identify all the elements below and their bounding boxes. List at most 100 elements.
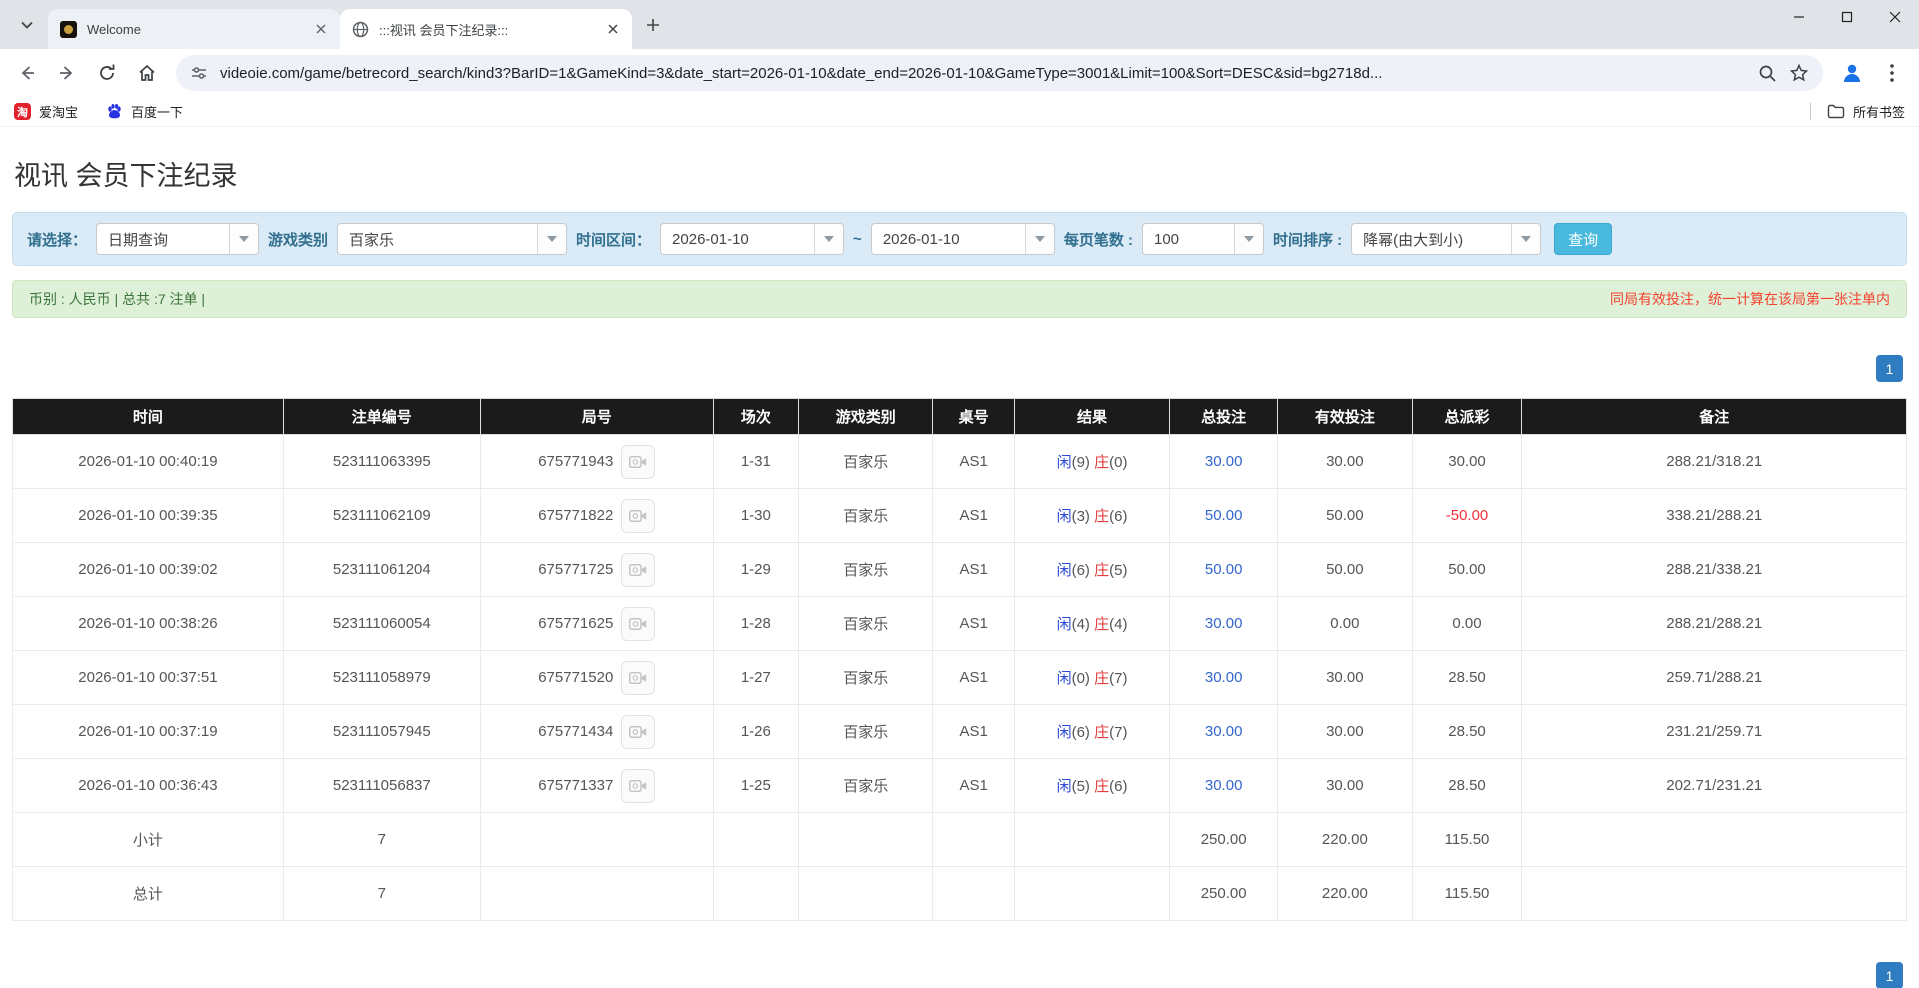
page-content: 视讯 会员下注纪录 请选择： 日期查询 游戏类别 百家乐 时间区间： 2026-…	[0, 154, 1919, 988]
tab-close-icon[interactable]	[312, 20, 330, 38]
film-icon	[629, 778, 647, 794]
forward-button[interactable]	[50, 56, 84, 90]
cell-note: 288.21/288.21	[1522, 597, 1907, 651]
bookmark-star-icon[interactable]	[1789, 63, 1809, 83]
cell-total-bet[interactable]: 30.00	[1170, 597, 1278, 651]
cell-game-kind: 百家乐	[798, 597, 932, 651]
zoom-icon[interactable]	[1758, 64, 1777, 83]
taobao-icon: 淘	[14, 103, 31, 120]
cell-table-no: AS1	[933, 597, 1014, 651]
video-replay-button[interactable]	[621, 499, 655, 533]
date-end-input[interactable]: 2026-01-10	[871, 223, 1055, 255]
cell-total-bet[interactable]: 50.00	[1170, 543, 1278, 597]
query-type-value: 日期查询	[97, 229, 229, 250]
pagination-top: 1	[12, 355, 1907, 382]
chevron-down-icon	[1521, 236, 1531, 242]
cell-time: 2026-01-10 00:38:26	[13, 597, 284, 651]
cell-result: 闲(6) 庄(5)	[1014, 543, 1169, 597]
video-replay-button[interactable]	[621, 661, 655, 695]
date-start-input[interactable]: 2026-01-10	[660, 223, 844, 255]
cell-time: 2026-01-10 00:36:43	[13, 759, 284, 813]
cell-session: 1-28	[713, 597, 798, 651]
col-game-kind: 游戏类别	[798, 399, 932, 435]
dropdown-arrow-button[interactable]	[537, 223, 566, 255]
game-kind-value: 百家乐	[338, 229, 537, 250]
search-button[interactable]: 查询	[1554, 223, 1612, 255]
video-replay-button[interactable]	[621, 769, 655, 803]
cell-session: 1-27	[713, 651, 798, 705]
cell-time: 2026-01-10 00:37:19	[13, 705, 284, 759]
per-page-label: 每页笔数 :	[1064, 229, 1133, 250]
cell-payout: 28.50	[1412, 705, 1522, 759]
new-tab-button[interactable]	[638, 10, 668, 40]
video-replay-button[interactable]	[621, 553, 655, 587]
cell-table-no: AS1	[933, 705, 1014, 759]
page-title: 视讯 会员下注纪录	[14, 154, 1905, 193]
video-replay-button[interactable]	[621, 715, 655, 749]
chevron-down-icon	[1035, 236, 1045, 242]
chevron-down-icon	[1244, 236, 1254, 242]
currency-total-text: 币别 : 人民币 | 总共 :7 注单 |	[29, 289, 205, 309]
cell-round-no: 675771822	[480, 489, 713, 543]
cell-result: 闲(0) 庄(7)	[1014, 651, 1169, 705]
cell-note: 338.21/288.21	[1522, 489, 1907, 543]
tab-search-button[interactable]	[10, 8, 44, 42]
cell-total-bet[interactable]: 50.00	[1170, 489, 1278, 543]
minimize-button[interactable]	[1775, 0, 1823, 34]
page-1-button[interactable]: 1	[1876, 962, 1903, 988]
query-type-select[interactable]: 日期查询	[96, 223, 259, 255]
video-replay-button[interactable]	[621, 445, 655, 479]
total-row: 总计 7 250.00 220.00 115.50	[13, 867, 1907, 921]
reload-button[interactable]	[90, 56, 124, 90]
sort-select[interactable]: 降幂(由大到小)	[1351, 223, 1541, 255]
game-kind-select[interactable]: 百家乐	[337, 223, 567, 255]
filter-bar: 请选择： 日期查询 游戏类别 百家乐 时间区间： 2026-01-10 ~ 20…	[12, 212, 1907, 266]
cell-note: 231.21/259.71	[1522, 705, 1907, 759]
cell-bet-no: 523111063395	[283, 435, 480, 489]
cell-total-bet[interactable]: 30.00	[1170, 759, 1278, 813]
menu-kebab-icon[interactable]	[1875, 56, 1909, 90]
home-button[interactable]	[130, 56, 164, 90]
per-page-select[interactable]: 100	[1142, 223, 1264, 255]
tab-close-icon[interactable]	[604, 20, 622, 38]
tab-title: Welcome	[87, 22, 302, 37]
table-row: 2026-01-10 00:39:35523111062109675771822…	[13, 489, 1907, 543]
profile-avatar[interactable]	[1835, 56, 1869, 90]
cell-result: 闲(3) 庄(6)	[1014, 489, 1169, 543]
close-window-button[interactable]	[1871, 0, 1919, 34]
col-time: 时间	[13, 399, 284, 435]
bookmark-baidu[interactable]: 百度一下	[106, 102, 183, 121]
table-row: 2026-01-10 00:39:02523111061204675771725…	[13, 543, 1907, 597]
back-button[interactable]	[10, 56, 44, 90]
chevron-down-icon	[20, 18, 34, 32]
film-icon	[629, 562, 647, 578]
total-count: 7	[283, 867, 480, 921]
dropdown-arrow-button[interactable]	[814, 223, 843, 255]
site-settings-tune-icon[interactable]	[190, 64, 208, 82]
maximize-button[interactable]	[1823, 0, 1871, 34]
cell-valid-bet: 30.00	[1278, 705, 1412, 759]
summary-bar: 币别 : 人民币 | 总共 :7 注单 | 同局有效投注，统一计算在该局第一张注…	[12, 280, 1907, 318]
tab-welcome[interactable]: Welcome	[48, 9, 340, 49]
bookmark-aitaobao[interactable]: 淘 爱淘宝	[14, 102, 78, 121]
dropdown-arrow-button[interactable]	[1234, 223, 1263, 255]
dropdown-arrow-button[interactable]	[1511, 223, 1540, 255]
cell-total-bet[interactable]: 30.00	[1170, 435, 1278, 489]
video-replay-button[interactable]	[621, 607, 655, 641]
cell-bet-no: 523111061204	[283, 543, 480, 597]
subtotal-payout: 115.50	[1412, 813, 1522, 867]
url-text[interactable]: videoie.com/game/betrecord_search/kind3?…	[220, 65, 1746, 82]
dropdown-arrow-button[interactable]	[229, 223, 258, 255]
cell-time: 2026-01-10 00:40:19	[13, 435, 284, 489]
browser-toolbar: videoie.com/game/betrecord_search/kind3?…	[0, 49, 1919, 97]
tab-betrecord[interactable]: :::视讯 会员下注纪录:::	[340, 9, 632, 49]
cell-total-bet[interactable]: 30.00	[1170, 705, 1278, 759]
dropdown-arrow-button[interactable]	[1025, 223, 1054, 255]
game-kind-label: 游戏类别	[268, 229, 328, 250]
all-bookmarks-button[interactable]: 所有书签	[1827, 102, 1905, 121]
baidu-paw-icon	[106, 103, 123, 120]
cell-total-bet[interactable]: 30.00	[1170, 651, 1278, 705]
subtotal-valid-bet: 220.00	[1278, 813, 1412, 867]
page-1-button[interactable]: 1	[1876, 355, 1903, 382]
address-bar[interactable]: videoie.com/game/betrecord_search/kind3?…	[176, 55, 1823, 91]
